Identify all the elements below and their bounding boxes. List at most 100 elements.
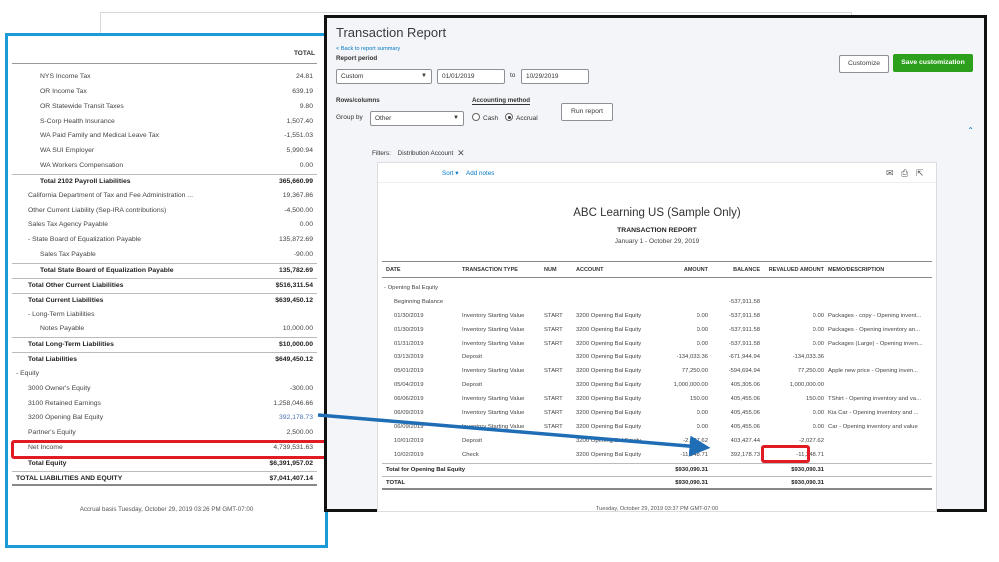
table-row[interactable]: 06/09/2019 Inventory Starting Value START 3… xyxy=(382,407,932,421)
balance-sheet-row: Other Current Liability (Sep-IRA contrib… xyxy=(12,204,317,219)
column-header[interactable]: NUM xyxy=(544,267,557,273)
run-report-button[interactable]: Run report xyxy=(561,103,613,121)
table-row[interactable]: TOTAL $930,090.31 $930,090.31 xyxy=(382,476,932,491)
balance-sheet-row: Sales Tax Agency Payable 0.00 xyxy=(12,218,317,233)
customize-button[interactable]: Customize xyxy=(839,55,889,73)
row-label: S-Corp Health Insurance xyxy=(40,117,115,125)
report-toolbar: Sort ▾ Add notes ✉ ⎙ ⇱ xyxy=(378,163,936,183)
cell-revalued: 0.00 xyxy=(812,312,824,319)
filters-label: Filters: xyxy=(372,150,391,157)
row-label: Notes Payable xyxy=(40,325,85,333)
table-row[interactable]: 03/13/2019 Deposit 3200 Opening Bal Equity… xyxy=(382,351,932,365)
balance-sheet-row: Sales Tax Payable -90.00 xyxy=(12,248,317,263)
cell-memo: Packages - copy - Opening invent... xyxy=(828,312,922,319)
column-header[interactable]: BALANCE xyxy=(733,267,760,273)
date-to-value: 10/29/2019 xyxy=(526,73,559,80)
table-row[interactable]: 05/04/2019 Deposit 3200 Opening Bal Equity… xyxy=(382,379,932,393)
save-customization-button[interactable]: Save customization xyxy=(893,54,973,72)
cell-num: START xyxy=(544,312,563,319)
row-label: NYS Income Tax xyxy=(40,73,91,80)
cell-type: Inventory Starting Value xyxy=(462,312,525,319)
table-row[interactable]: Total for Opening Bal Equity $930,090.31 $… xyxy=(382,462,932,477)
table-row[interactable]: 01/30/2019 Inventory Starting Value START 3… xyxy=(382,324,932,338)
column-header[interactable]: MEMO/DESCRIPTION xyxy=(828,267,884,273)
cell-revalued: 1,000,000.00 xyxy=(789,382,824,389)
table-row[interactable]: 06/06/2019 Inventory Starting Value START 3… xyxy=(382,393,932,407)
cell-amount: 0.00 xyxy=(696,312,708,319)
cell-account: 3200 Opening Bal Equity xyxy=(576,340,642,347)
column-header[interactable]: ACCOUNT xyxy=(576,267,604,273)
row-label: OR Income Tax xyxy=(40,87,87,95)
cell-num: START xyxy=(544,326,563,333)
row-value: 135,872.69 xyxy=(278,236,313,244)
cell-revalued: 0.00 xyxy=(812,326,824,333)
cell-account: 3200 Opening Bal Equity xyxy=(576,437,642,444)
table-row[interactable]: 06/09/2019 Inventory Starting Value START 3… xyxy=(382,421,932,435)
row-value: 19,367.86 xyxy=(282,191,313,199)
cell-account: 3200 Opening Bal Equity xyxy=(576,326,642,333)
balance-sheet-header: TOTAL xyxy=(12,46,317,64)
email-icon[interactable]: ✉ xyxy=(886,168,894,179)
accrual-radio[interactable]: Accrual xyxy=(505,113,538,122)
row-label: Total State Board of Equalization Payabl… xyxy=(40,266,174,274)
balance-sheet-row: OR Statewide Transit Taxes 9.80 xyxy=(12,100,317,115)
table-row[interactable]: 01/31/2019 Inventory Starting Value START 3… xyxy=(382,338,932,352)
report-heading: TRANSACTION REPORT xyxy=(617,227,697,234)
close-icon[interactable]: ✕ xyxy=(457,148,465,158)
report-period-select[interactable]: Custom ▼ xyxy=(336,69,432,84)
cell-account: 3200 Opening Bal Equity xyxy=(576,382,642,389)
print-icon[interactable]: ⎙ xyxy=(901,168,908,179)
table-row[interactable]: 05/01/2019 Inventory Starting Value START 3… xyxy=(382,365,932,379)
row-value[interactable]: 392,178.73 xyxy=(279,414,313,421)
table-row[interactable]: - Opening Bal Equity xyxy=(382,282,932,296)
row-label: WA Workers Compensation xyxy=(40,162,124,170)
row-label: 3100 Retained Earnings xyxy=(28,399,101,407)
cell-date: 01/31/2019 xyxy=(394,340,424,347)
cell-balance: 405,455.06 xyxy=(730,410,760,417)
column-header[interactable]: TRANSACTION TYPE xyxy=(462,267,518,273)
export-icon[interactable]: ⇱ xyxy=(916,168,924,179)
transaction-report-window: Transaction Report < Back to report summ… xyxy=(324,15,987,512)
cell-balance: 405,455.06 xyxy=(730,423,760,430)
balance-sheet-row: S-Corp Health Insurance 1,507.40 xyxy=(12,115,317,130)
sort-button[interactable]: Sort ▾ xyxy=(442,170,458,177)
cell-balance: -537,911.58 xyxy=(728,312,760,319)
cell-type: Deposit xyxy=(462,354,482,361)
date-to-input[interactable]: 10/29/2019 xyxy=(521,69,589,84)
add-notes-button[interactable]: Add notes xyxy=(466,170,494,177)
row-value: $516,311.54 xyxy=(275,281,313,289)
row-value: 2,500.00 xyxy=(286,429,313,437)
cell-account: 3200 Opening Bal Equity xyxy=(576,312,642,319)
balance-sheet-row: 3000 Owner's Equity -300.00 xyxy=(12,382,317,397)
column-header[interactable]: AMOUNT xyxy=(684,267,708,273)
balance-sheet-row: NYS Income Tax 24.81 xyxy=(12,70,317,85)
table-row[interactable]: 10/02/2019 Check 3200 Opening Bal Equity -1… xyxy=(382,449,932,463)
cash-radio[interactable]: Cash xyxy=(472,113,498,122)
cell-amount: 77,250.00 xyxy=(681,368,708,375)
group-by-select[interactable]: Other ▼ xyxy=(370,111,464,126)
table-row[interactable]: Beginning Balance -537,911.58 xyxy=(382,296,932,310)
cell-balance: -594,694.94 xyxy=(728,368,760,375)
cell-amount: -2,027.62 xyxy=(683,437,708,444)
row-label: 3000 Owner's Equity xyxy=(28,384,91,392)
company-name: ABC Learning US (Sample Only) xyxy=(573,207,741,219)
chevron-up-icon[interactable]: ⌃ xyxy=(967,126,974,135)
to-label: to xyxy=(510,72,516,79)
back-to-summary-link[interactable]: < Back to report summary xyxy=(336,46,400,52)
balance-sheet-row: - State Board of Equalization Payable 135… xyxy=(12,233,317,248)
table-row[interactable]: 01/30/2019 Inventory Starting Value START 3… xyxy=(382,310,932,324)
highlight-box-left xyxy=(11,440,328,459)
cell-memo: TShirt - Opening inventory and va... xyxy=(828,396,921,403)
column-header[interactable]: REVALUED AMOUNT xyxy=(769,267,824,273)
balance-sheet-row: - Equity xyxy=(12,367,317,382)
cell-balance: 403,427.44 xyxy=(730,437,760,444)
rows-columns-label: Rows/columns xyxy=(336,97,380,104)
cell-amount: -134,033.36 xyxy=(676,354,708,361)
table-row[interactable]: 10/01/2019 Deposit 3200 Opening Bal Equity… xyxy=(382,435,932,449)
cell-revalued: 0.00 xyxy=(812,423,824,430)
cell-date: 05/01/2019 xyxy=(394,368,424,375)
cell-date: 10/02/2019 xyxy=(394,451,424,458)
column-header[interactable]: DATE xyxy=(386,267,401,273)
cell-type: Inventory Starting Value xyxy=(462,396,525,403)
date-from-input[interactable]: 01/01/2019 xyxy=(437,69,505,84)
